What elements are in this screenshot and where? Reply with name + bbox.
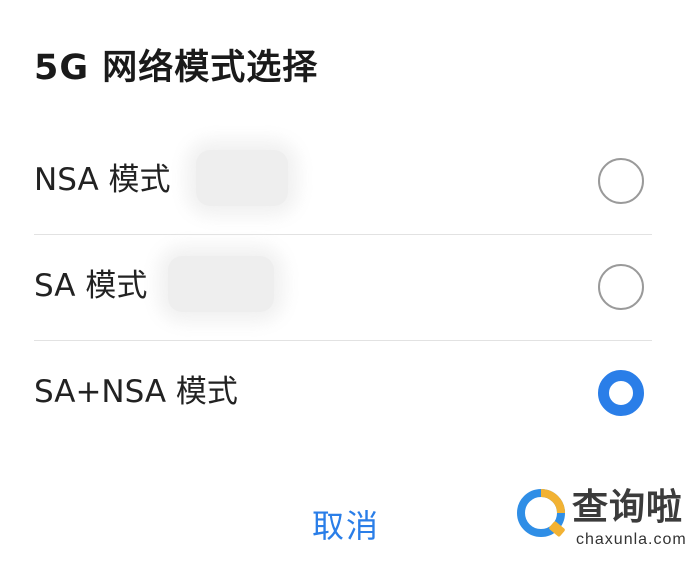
blurred-redaction — [196, 150, 288, 206]
option-nsa-mode[interactable]: NSA 模式 — [0, 132, 692, 232]
divider — [34, 340, 652, 341]
dialog-title: 5G 网络模式选择 — [34, 48, 319, 88]
option-sa-nsa-mode[interactable]: SA+NSA 模式 — [0, 344, 692, 444]
watermark: 查询啦 chaxunla.com — [514, 478, 686, 558]
blurred-redaction — [168, 256, 274, 312]
radio-button-sa-nsa-selected[interactable] — [598, 370, 644, 416]
radio-button-nsa[interactable] — [598, 158, 644, 204]
option-label: NSA 模式 — [34, 162, 171, 198]
network-mode-dialog: 5G 网络模式选择 NSA 模式 SA 模式 SA+NSA 模式 取消 查询啦 … — [0, 0, 692, 571]
option-sa-mode[interactable]: SA 模式 — [0, 238, 692, 338]
watermark-brand: 查询啦 — [572, 487, 684, 528]
option-label: SA 模式 — [34, 268, 148, 304]
option-label: SA+NSA 模式 — [34, 374, 238, 410]
divider — [34, 234, 652, 235]
radio-button-sa[interactable] — [598, 264, 644, 310]
magnifier-q-logo-icon — [517, 489, 565, 537]
watermark-domain: chaxunla.com — [576, 531, 687, 548]
